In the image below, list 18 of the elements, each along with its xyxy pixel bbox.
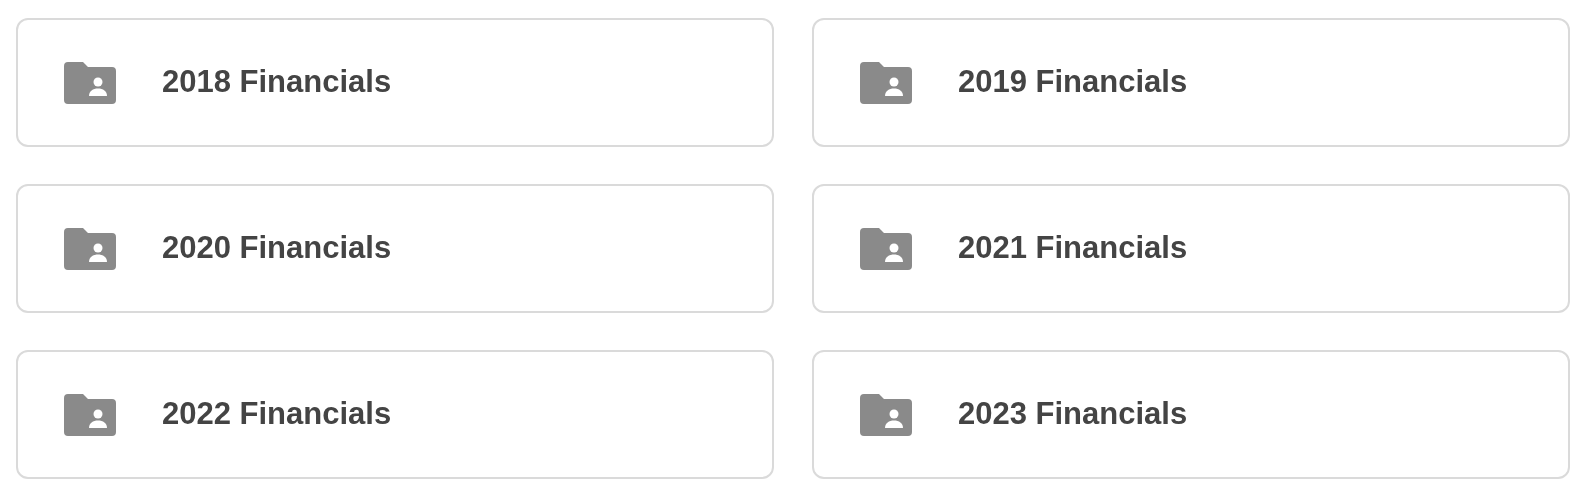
folder-name: 2020 Financials [162, 229, 392, 268]
folder-name: 2019 Financials [958, 63, 1188, 102]
folder-name: 2023 Financials [958, 395, 1188, 434]
shared-folder-icon [64, 227, 116, 270]
folder-card[interactable]: 2022 Financials [16, 350, 774, 479]
folder-card[interactable]: 2018 Financials [16, 18, 774, 147]
folder-card[interactable]: 2020 Financials [16, 184, 774, 313]
folder-name: 2018 Financials [162, 63, 392, 102]
folder-card[interactable]: 2021 Financials [812, 184, 1570, 313]
shared-folder-icon [860, 227, 912, 270]
shared-folder-icon [64, 393, 116, 436]
folder-card[interactable]: 2019 Financials [812, 18, 1570, 147]
shared-folder-icon [860, 393, 912, 436]
folder-name: 2021 Financials [958, 229, 1188, 268]
shared-folder-icon [860, 61, 912, 104]
folder-card[interactable]: 2023 Financials [812, 350, 1570, 479]
folder-name: 2022 Financials [162, 395, 392, 434]
shared-folder-icon [64, 61, 116, 104]
